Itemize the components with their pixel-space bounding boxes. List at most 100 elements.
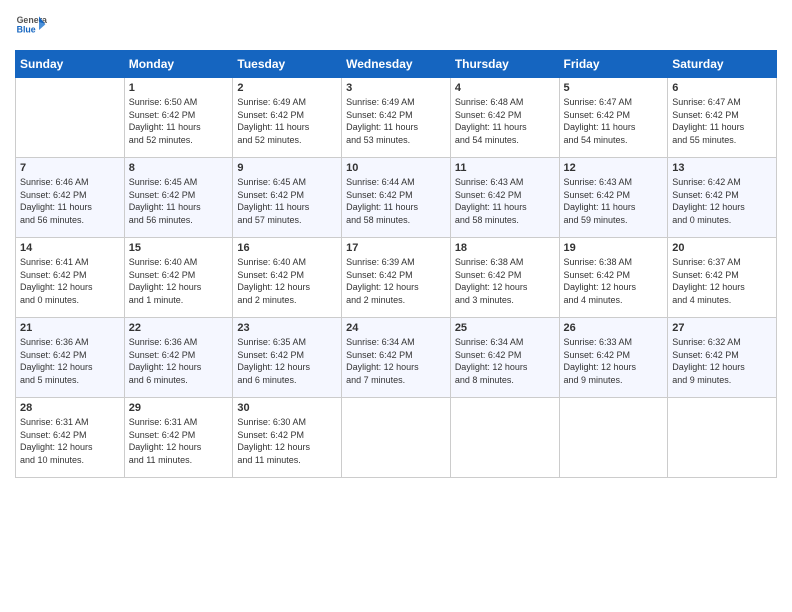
day-info: Sunrise: 6:44 AM Sunset: 6:42 PM Dayligh… [346, 176, 446, 226]
day-info: Sunrise: 6:43 AM Sunset: 6:42 PM Dayligh… [455, 176, 555, 226]
day-number: 7 [20, 162, 120, 174]
calendar-cell: 15 Sunrise: 6:40 AM Sunset: 6:42 PM Dayli… [124, 238, 233, 318]
calendar-cell: 26 Sunrise: 6:33 AM Sunset: 6:42 PM Dayli… [559, 318, 668, 398]
calendar-cell: 21 Sunrise: 6:36 AM Sunset: 6:42 PM Dayli… [16, 318, 125, 398]
day-number: 29 [129, 402, 229, 414]
day-info: Sunrise: 6:46 AM Sunset: 6:42 PM Dayligh… [20, 176, 120, 226]
week-row-0: 1 Sunrise: 6:50 AM Sunset: 6:42 PM Daylig… [16, 78, 777, 158]
calendar-cell: 30 Sunrise: 6:30 AM Sunset: 6:42 PM Dayli… [233, 398, 342, 478]
day-info: Sunrise: 6:38 AM Sunset: 6:42 PM Dayligh… [455, 256, 555, 306]
day-number: 11 [455, 162, 555, 174]
day-number: 28 [20, 402, 120, 414]
calendar-cell: 23 Sunrise: 6:35 AM Sunset: 6:42 PM Dayli… [233, 318, 342, 398]
calendar-cell: 25 Sunrise: 6:34 AM Sunset: 6:42 PM Dayli… [450, 318, 559, 398]
day-number: 22 [129, 322, 229, 334]
day-number: 26 [564, 322, 664, 334]
calendar-cell: 4 Sunrise: 6:48 AM Sunset: 6:42 PM Daylig… [450, 78, 559, 158]
day-number: 15 [129, 242, 229, 254]
day-info: Sunrise: 6:42 AM Sunset: 6:42 PM Dayligh… [672, 176, 772, 226]
day-number: 12 [564, 162, 664, 174]
calendar-cell: 11 Sunrise: 6:43 AM Sunset: 6:42 PM Dayli… [450, 158, 559, 238]
day-info: Sunrise: 6:50 AM Sunset: 6:42 PM Dayligh… [129, 96, 229, 146]
day-number: 8 [129, 162, 229, 174]
logo: General Blue [15, 10, 47, 42]
day-number: 3 [346, 82, 446, 94]
day-number: 30 [237, 402, 337, 414]
calendar-cell: 7 Sunrise: 6:46 AM Sunset: 6:42 PM Daylig… [16, 158, 125, 238]
calendar-cell: 22Sunrise: 6:36 AM Sunset: 6:42 PM Dayli… [124, 318, 233, 398]
calendar-cell: 8 Sunrise: 6:45 AM Sunset: 6:42 PM Daylig… [124, 158, 233, 238]
week-row-1: 7 Sunrise: 6:46 AM Sunset: 6:42 PM Daylig… [16, 158, 777, 238]
calendar-cell: 19Sunrise: 6:38 AM Sunset: 6:42 PM Dayli… [559, 238, 668, 318]
calendar-cell: 9 Sunrise: 6:45 AM Sunset: 6:42 PM Daylig… [233, 158, 342, 238]
day-info: Sunrise: 6:49 AM Sunset: 6:42 PM Dayligh… [237, 96, 337, 146]
day-info: Sunrise: 6:47 AM Sunset: 6:42 PM Dayligh… [672, 96, 772, 146]
calendar-cell: 20Sunrise: 6:37 AM Sunset: 6:42 PM Dayli… [668, 238, 777, 318]
calendar-cell [342, 398, 451, 478]
day-number: 4 [455, 82, 555, 94]
day-info: Sunrise: 6:34 AM Sunset: 6:42 PM Dayligh… [346, 336, 446, 386]
day-info: Sunrise: 6:45 AM Sunset: 6:42 PM Dayligh… [129, 176, 229, 226]
col-header-thursday: Thursday [450, 51, 559, 78]
col-header-tuesday: Tuesday [233, 51, 342, 78]
day-info: Sunrise: 6:31 AM Sunset: 6:42 PM Dayligh… [20, 416, 120, 466]
calendar-cell: 14Sunrise: 6:41 AM Sunset: 6:42 PM Dayli… [16, 238, 125, 318]
day-number: 6 [672, 82, 772, 94]
logo-icon: General Blue [15, 10, 47, 42]
calendar-cell [668, 398, 777, 478]
day-info: Sunrise: 6:47 AM Sunset: 6:42 PM Dayligh… [564, 96, 664, 146]
day-info: Sunrise: 6:38 AM Sunset: 6:42 PM Dayligh… [564, 256, 664, 306]
day-number: 17 [346, 242, 446, 254]
calendar-cell [16, 78, 125, 158]
day-info: Sunrise: 6:48 AM Sunset: 6:42 PM Dayligh… [455, 96, 555, 146]
calendar-cell: 5 Sunrise: 6:47 AM Sunset: 6:42 PM Daylig… [559, 78, 668, 158]
day-info: Sunrise: 6:31 AM Sunset: 6:42 PM Dayligh… [129, 416, 229, 466]
calendar-cell: 18 Sunrise: 6:38 AM Sunset: 6:42 PM Dayli… [450, 238, 559, 318]
svg-text:Blue: Blue [17, 24, 36, 34]
day-number: 16 [237, 242, 337, 254]
col-header-friday: Friday [559, 51, 668, 78]
day-info: Sunrise: 6:37 AM Sunset: 6:42 PM Dayligh… [672, 256, 772, 306]
day-info: Sunrise: 6:30 AM Sunset: 6:42 PM Dayligh… [237, 416, 337, 466]
header: General Blue [15, 10, 777, 42]
calendar-cell: 1 Sunrise: 6:50 AM Sunset: 6:42 PM Daylig… [124, 78, 233, 158]
day-info: Sunrise: 6:40 AM Sunset: 6:42 PM Dayligh… [237, 256, 337, 306]
day-number: 18 [455, 242, 555, 254]
day-number: 5 [564, 82, 664, 94]
calendar-cell: 16 Sunrise: 6:40 AM Sunset: 6:42 PM Dayli… [233, 238, 342, 318]
calendar-cell: 2 Sunrise: 6:49 AM Sunset: 6:42 PM Daylig… [233, 78, 342, 158]
week-row-2: 14Sunrise: 6:41 AM Sunset: 6:42 PM Dayli… [16, 238, 777, 318]
day-info: Sunrise: 6:40 AM Sunset: 6:42 PM Dayligh… [129, 256, 229, 306]
day-number: 2 [237, 82, 337, 94]
col-header-wednesday: Wednesday [342, 51, 451, 78]
day-info: Sunrise: 6:45 AM Sunset: 6:42 PM Dayligh… [237, 176, 337, 226]
day-number: 25 [455, 322, 555, 334]
calendar-cell: 28 Sunrise: 6:31 AM Sunset: 6:42 PM Dayli… [16, 398, 125, 478]
day-number: 13 [672, 162, 772, 174]
day-number: 27 [672, 322, 772, 334]
col-header-saturday: Saturday [668, 51, 777, 78]
calendar-cell: 29 Sunrise: 6:31 AM Sunset: 6:42 PM Dayli… [124, 398, 233, 478]
day-number: 24 [346, 322, 446, 334]
page-container: General Blue SundayMondayTuesdayWednesda… [0, 0, 792, 612]
day-number: 23 [237, 322, 337, 334]
day-number: 21 [20, 322, 120, 334]
day-number: 1 [129, 82, 229, 94]
day-number: 9 [237, 162, 337, 174]
day-info: Sunrise: 6:36 AM Sunset: 6:42 PM Dayligh… [20, 336, 120, 386]
day-info: Sunrise: 6:35 AM Sunset: 6:42 PM Dayligh… [237, 336, 337, 386]
calendar-cell: 12 Sunrise: 6:43 AM Sunset: 6:42 PM Dayli… [559, 158, 668, 238]
day-info: Sunrise: 6:33 AM Sunset: 6:42 PM Dayligh… [564, 336, 664, 386]
week-row-3: 21 Sunrise: 6:36 AM Sunset: 6:42 PM Dayli… [16, 318, 777, 398]
day-info: Sunrise: 6:49 AM Sunset: 6:42 PM Dayligh… [346, 96, 446, 146]
calendar-cell: 24 Sunrise: 6:34 AM Sunset: 6:42 PM Dayli… [342, 318, 451, 398]
calendar-cell: 3 Sunrise: 6:49 AM Sunset: 6:42 PM Daylig… [342, 78, 451, 158]
calendar-cell: 27Sunrise: 6:32 AM Sunset: 6:42 PM Dayli… [668, 318, 777, 398]
day-info: Sunrise: 6:43 AM Sunset: 6:42 PM Dayligh… [564, 176, 664, 226]
day-number: 10 [346, 162, 446, 174]
calendar-cell [450, 398, 559, 478]
calendar-cell: 6 Sunrise: 6:47 AM Sunset: 6:42 PM Daylig… [668, 78, 777, 158]
day-info: Sunrise: 6:34 AM Sunset: 6:42 PM Dayligh… [455, 336, 555, 386]
day-number: 14 [20, 242, 120, 254]
header-row: SundayMondayTuesdayWednesdayThursdayFrid… [16, 51, 777, 78]
